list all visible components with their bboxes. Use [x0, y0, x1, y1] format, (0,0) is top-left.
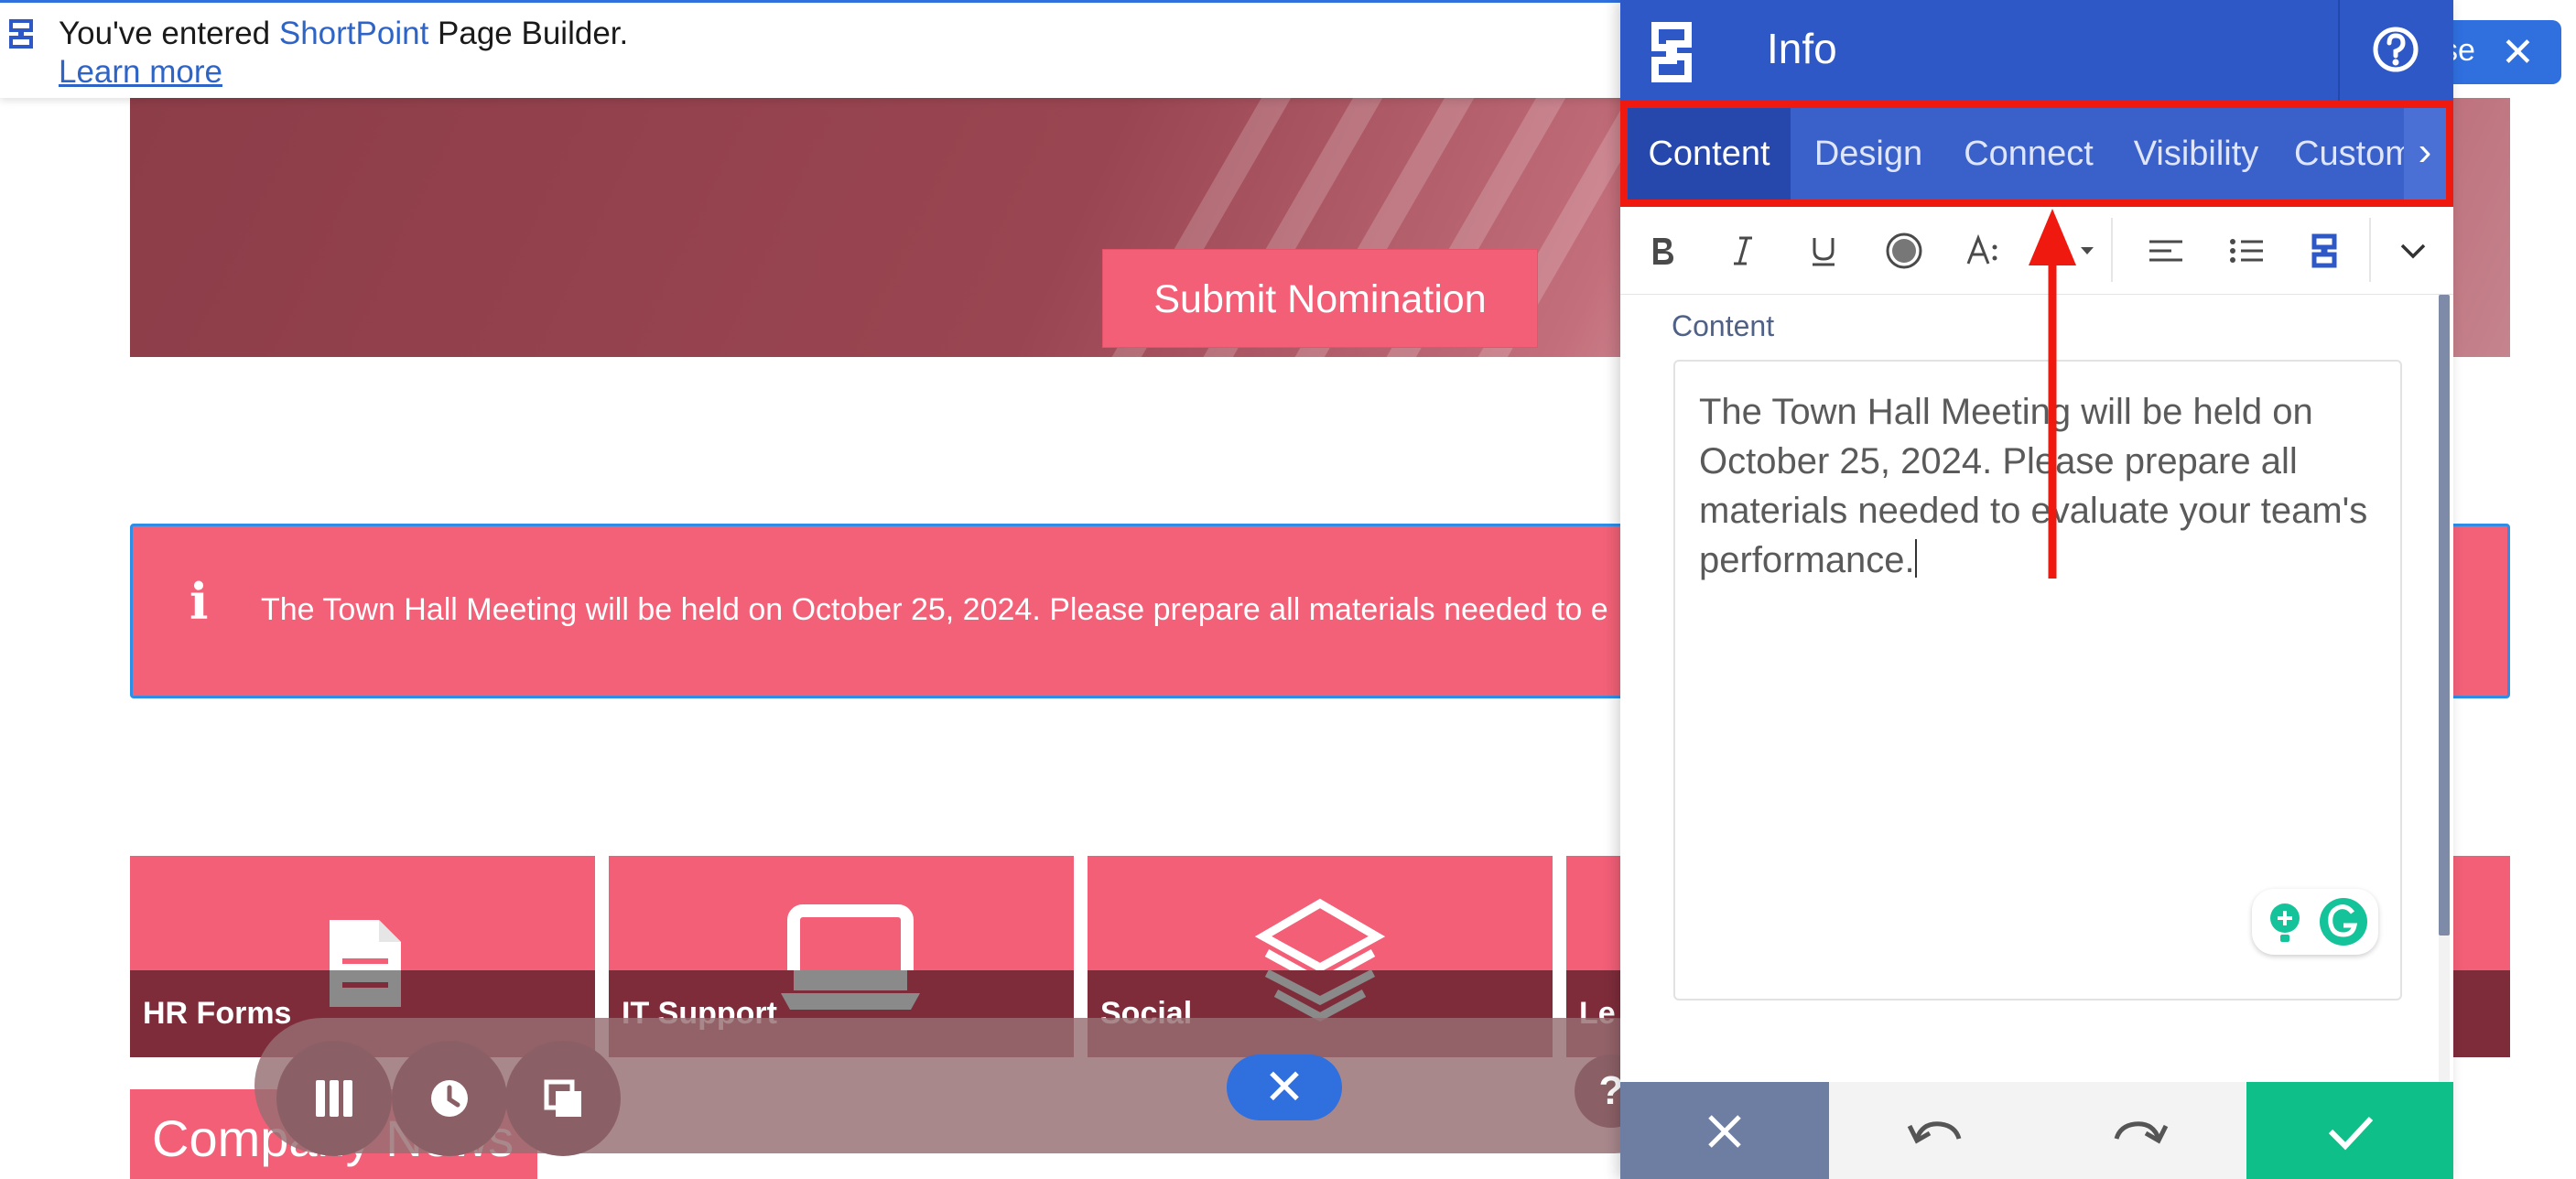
submit-nomination-button[interactable]: Submit Nomination — [1102, 249, 1538, 348]
more-tools-button[interactable] — [2373, 207, 2453, 295]
shortpoint-logo-icon — [9, 19, 33, 49]
tab-visibility[interactable]: Visibility — [2111, 108, 2281, 200]
panel-tabs: Content Design Connect Visibility Custom… — [1620, 101, 2453, 207]
tab-custom[interactable]: Custom — [2281, 108, 2404, 200]
chevron-down-icon — [2400, 243, 2426, 259]
notification-text: You've entered ShortPoint Page Builder. — [59, 16, 629, 51]
columns-button[interactable] — [276, 1041, 392, 1156]
redo-icon[interactable] — [2038, 1082, 2246, 1179]
panel-logo — [1620, 0, 1728, 101]
content-editor-text[interactable]: The Town Hall Meeting will be held on Oc… — [1699, 387, 2395, 585]
content-field-label: Content — [1672, 309, 1775, 342]
highlight-button[interactable] — [2023, 207, 2111, 295]
shortpoint-logo-icon — [1651, 22, 1692, 82]
align-left-icon — [2149, 240, 2182, 262]
list-button[interactable] — [2206, 207, 2287, 295]
chevron-right-icon: › — [2418, 129, 2432, 174]
tab-content[interactable]: Content — [1628, 108, 1791, 200]
info-banner-text: The Town Hall Meeting will be held on Oc… — [261, 592, 1608, 627]
list-icon — [2230, 239, 2263, 263]
notification-bar: You've entered ShortPoint Page Builder. … — [0, 0, 1648, 98]
undo-icon[interactable] — [1829, 1082, 2038, 1179]
close-icon: ✕ — [2501, 30, 2535, 75]
info-icon: i — [189, 572, 209, 631]
bold-button[interactable] — [1622, 207, 1703, 295]
color-circle-icon — [1886, 233, 1922, 269]
underline-icon — [1813, 238, 1835, 266]
cancel-button[interactable] — [1620, 1082, 1829, 1179]
copy-button[interactable] — [505, 1041, 621, 1156]
scrollbar-thumb[interactable] — [2439, 295, 2450, 936]
toolbar-divider — [2111, 218, 2113, 282]
align-button[interactable] — [2126, 207, 2206, 295]
columns-icon — [316, 1080, 352, 1117]
learn-more-link[interactable]: Learn more — [59, 54, 222, 91]
underline-button[interactable] — [1783, 207, 1864, 295]
font-size-button[interactable] — [1944, 207, 2025, 295]
close-icon: ✕ — [1263, 1060, 1305, 1115]
tile-label: HR Forms — [143, 996, 292, 1031]
italic-icon — [1734, 236, 1752, 265]
text-color-button[interactable] — [1864, 207, 1944, 295]
tab-connect[interactable]: Connect — [1946, 108, 2111, 200]
text-caret — [1914, 539, 1917, 578]
shortpoint-icon — [2311, 233, 2337, 268]
copy-icon — [544, 1079, 581, 1117]
help-circle-icon — [2373, 27, 2419, 72]
toolbar-divider — [2369, 218, 2371, 282]
grammarly-icon — [2270, 898, 2367, 946]
help-button[interactable] — [2338, 0, 2453, 101]
element-settings-panel: Info Content Design Connect Visibility C… — [1620, 0, 2453, 1179]
highlight-icon — [2040, 242, 2094, 265]
history-controls — [1829, 1082, 2246, 1179]
tab-design[interactable]: Design — [1791, 108, 1946, 200]
shortpoint-insert-button[interactable] — [2287, 207, 2367, 295]
check-icon — [2328, 1116, 2374, 1151]
confirm-button[interactable] — [2246, 1082, 2453, 1179]
content-editor[interactable]: The Town Hall Meeting will be held on Oc… — [1673, 360, 2402, 1001]
panel-header: Info — [1620, 0, 2453, 101]
clock-icon — [431, 1080, 468, 1117]
grammarly-widget[interactable] — [2252, 889, 2378, 955]
italic-button[interactable] — [1703, 207, 1783, 295]
font-size-icon — [1966, 233, 1997, 265]
toolbar-close-button[interactable]: ✕ — [1227, 1055, 1342, 1120]
bold-icon — [1653, 238, 1673, 265]
brand-name: ShortPoint — [278, 16, 429, 51]
close-icon — [1708, 1115, 1741, 1148]
format-toolbar — [1620, 207, 2453, 295]
panel-title: Info — [1767, 25, 1837, 72]
tabs-next-button[interactable]: › — [2404, 108, 2446, 200]
history-button[interactable] — [392, 1041, 507, 1156]
